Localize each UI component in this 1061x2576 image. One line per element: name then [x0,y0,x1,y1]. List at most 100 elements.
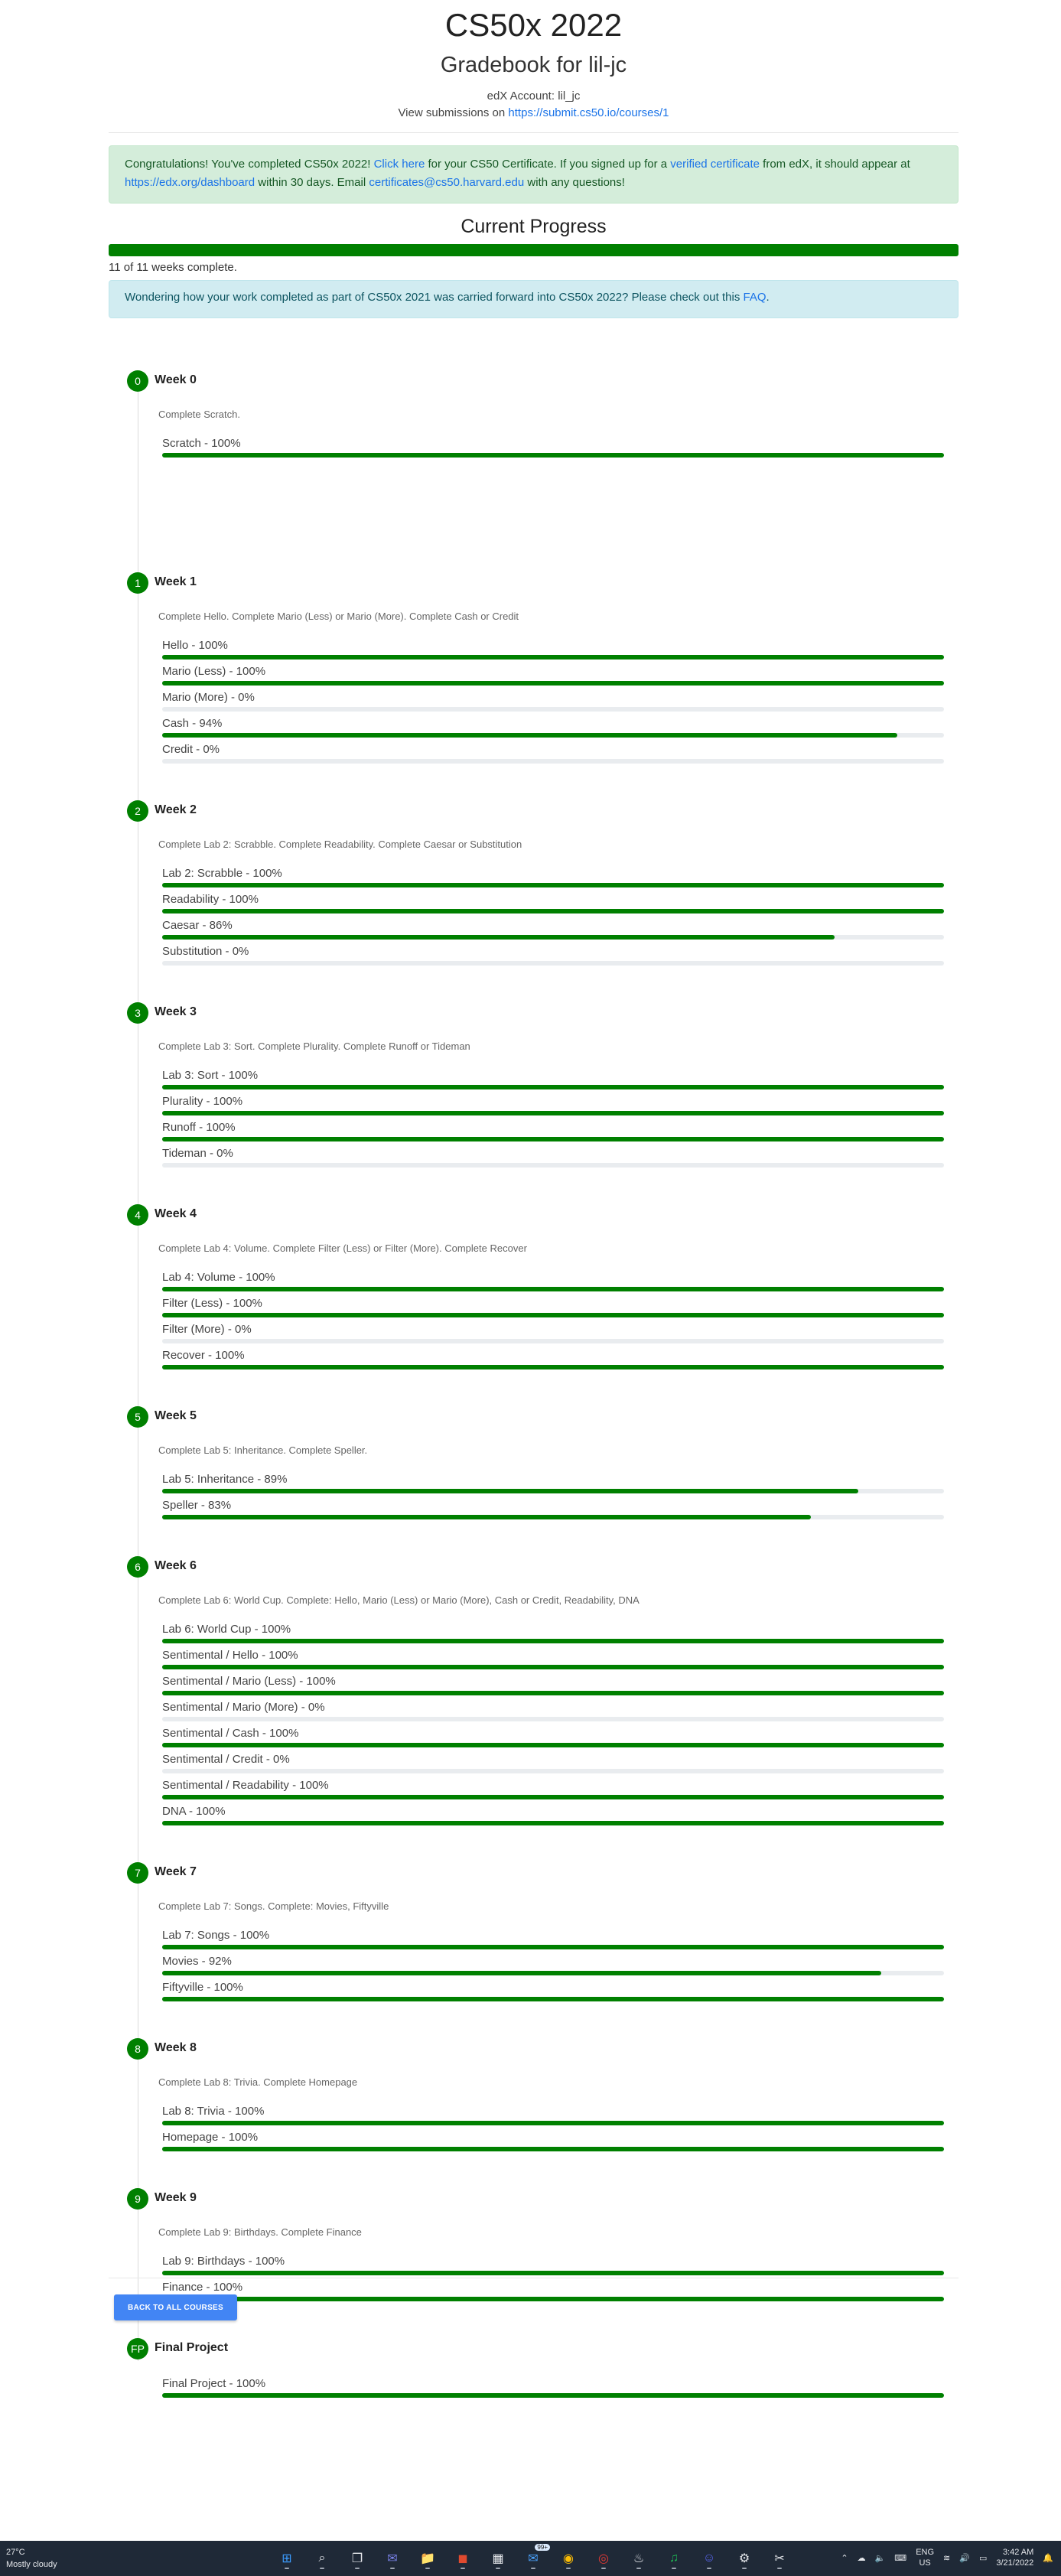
running-indicator [636,2568,641,2569]
week-title: Week 4 [155,1207,197,1221]
running-indicator [425,2568,430,2569]
assignment-label: Filter (More) - 0% [162,1323,252,1337]
running-indicator [285,2568,289,2569]
chat-icon[interactable]: ✉ [377,2547,408,2570]
tray-chevron-icon[interactable]: ⌃ [841,2553,848,2563]
assignment-label: Homepage - 100% [162,2131,259,2144]
assignment-label: Sentimental / Mario (Less) - 100% [162,1675,336,1689]
assignment-label: Lab 7: Songs - 100% [162,1929,270,1943]
certificates-email-link[interactable]: certificates@cs50.harvard.edu [369,176,524,189]
submissions-line: View submissions on https://submit.cs50.… [398,106,669,120]
week-title: Week 5 [155,1409,197,1423]
notifications-icon[interactable]: 🔔 [1043,2553,1053,2563]
assignment-item: Homepage - 100% [162,2130,944,2156]
discord-icon[interactable]: ☺ [694,2547,724,2570]
back-to-all-courses-button[interactable]: BACK TO ALL COURSES [114,2294,237,2320]
speaker-tray-icon[interactable]: 🔈 [875,2553,886,2563]
assignment-item: Credit - 0% [162,742,944,768]
mail-unread-badge: 99+ [535,2544,550,2551]
assignment-label: Sentimental / Cash - 100% [162,1727,299,1741]
keyboard-icon[interactable]: ⌨ [894,2553,906,2563]
battery-icon[interactable]: ▭ [979,2553,987,2563]
wifi-icon[interactable]: ≋ [943,2553,950,2563]
weather-widget[interactable]: 27°C Mostly cloudy [6,2546,57,2571]
progress-track [162,1821,944,1826]
progress-fill [162,2271,944,2276]
progress-fill [162,2297,944,2302]
clock[interactable]: 3:42 AM 3/21/2022 [996,2547,1033,2568]
week-title: Week 8 [155,2041,197,2055]
settings-icon[interactable]: ⚙ [729,2547,760,2570]
progress-track [162,1489,944,1494]
week-badge: 0 [127,370,148,392]
progress-track [162,2121,944,2126]
assignment-item: Scratch - 100% [162,436,944,462]
progress-fill [162,1639,944,1644]
progress-track [162,1111,944,1116]
edx-account-name: lil_jc [558,90,581,103]
assignment-item: Cash - 94% [162,716,944,742]
office-icon[interactable]: ◼ [448,2547,478,2570]
progress-track [162,1717,944,1722]
progress-track [162,1163,944,1168]
assignment-item: Sentimental / Cash - 100% [162,1726,944,1752]
snipping-tool-icon[interactable]: ✂ [764,2547,795,2570]
assignment-list: Lab 3: Sort - 100% Plurality - 100% Runoff… [162,1068,944,1172]
verified-certificate-link[interactable]: verified certificate [670,158,760,171]
assignment-label: Lab 3: Sort - 100% [162,1069,259,1083]
progress-fill [162,1691,944,1696]
assignment-label: Runoff - 100% [162,1121,236,1135]
progress-track [162,935,944,940]
progress-fill [162,1287,944,1292]
week-title: Week 1 [155,575,197,589]
assignment-item: Lab 3: Sort - 100% [162,1068,944,1094]
assignment-list: Lab 5: Inheritance - 89% Speller - 83% [162,1472,944,1524]
app-red-icon[interactable]: ◎ [588,2547,619,2570]
onedrive-icon[interactable]: ☁ [858,2553,866,2563]
progress-track [162,1743,944,1748]
assignment-item: Mario (More) - 0% [162,690,944,716]
assignment-item: Lab 6: World Cup - 100% [162,1622,944,1648]
assignment-item: Readability - 100% [162,892,944,918]
assignment-label: Sentimental / Credit - 0% [162,1753,290,1767]
windows-start-icon[interactable]: ⊞ [272,2547,302,2570]
assignment-label: Sentimental / Hello - 100% [162,1649,298,1663]
running-indicator [672,2568,676,2569]
running-indicator [355,2568,360,2569]
faq-link[interactable]: FAQ [743,291,766,304]
progress-fill [162,1137,944,1142]
edx-dashboard-link[interactable]: https://edx.org/dashboard [125,176,255,189]
volume-icon[interactable]: 🔊 [959,2553,970,2563]
assignment-item: Finance - 100% [162,2280,944,2306]
assignment-label: Scratch - 100% [162,437,241,451]
progress-track [162,1769,944,1774]
search-icon[interactable]: ⌕ [307,2547,337,2570]
week-requirements: Complete Hello. Complete Mario (Less) or… [158,611,519,623]
progress-track [162,2271,944,2276]
spotify-icon[interactable]: ♫ [659,2547,689,2570]
week-badge: 6 [127,1556,148,1578]
progress-fill [162,2393,944,2399]
calendar-icon[interactable]: ▦ [483,2547,513,2570]
running-indicator [566,2568,571,2569]
mail-icon[interactable]: ✉ 99+ [518,2544,550,2570]
assignment-item: Lab 8: Trivia - 100% [162,2104,944,2130]
assignment-label: Mario (More) - 0% [162,691,255,705]
week-requirements: Complete Lab 5: Inheritance. Complete Sp… [158,1444,368,1457]
current-progress-heading: Current Progress [461,216,607,238]
progress-fill [162,1313,944,1318]
week-badge: 9 [127,2188,148,2210]
steam-icon[interactable]: ♨ [623,2547,654,2570]
certificate-link[interactable]: Click here [374,158,425,171]
file-explorer-icon[interactable]: 📁 [412,2547,443,2570]
task-view-icon[interactable]: ❐ [342,2547,373,2570]
progress-track [162,1313,944,1318]
assignment-item: Lab 9: Birthdays - 100% [162,2254,944,2280]
week-title: Week 7 [155,1865,197,1879]
language-indicator[interactable]: ENG US [916,2547,934,2568]
overall-progress-bar [109,244,958,257]
chrome-icon[interactable]: ◉ [553,2547,584,2570]
assignment-item: Substitution - 0% [162,944,944,970]
assignment-item: Sentimental / Mario (Less) - 100% [162,1674,944,1700]
submissions-link[interactable]: https://submit.cs50.io/courses/1 [508,106,669,119]
